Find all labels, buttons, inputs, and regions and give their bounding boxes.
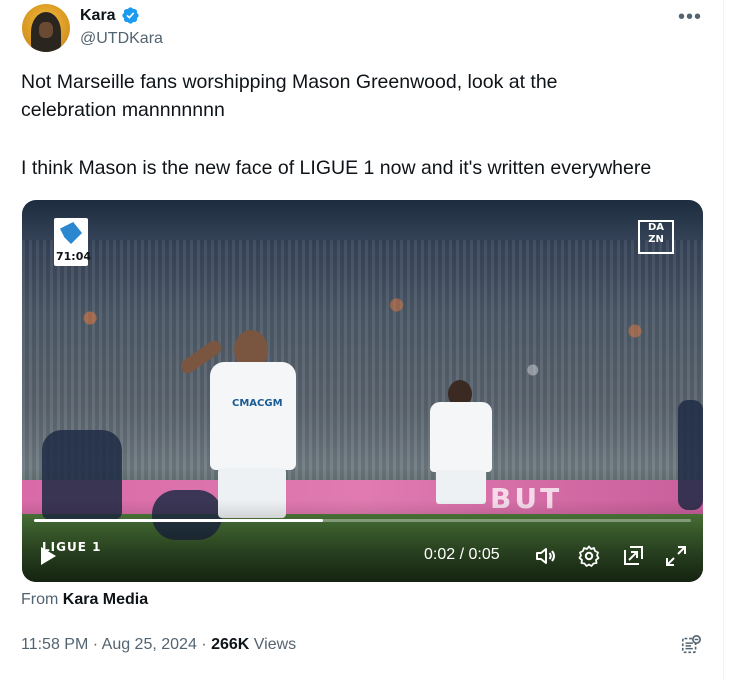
volume-icon[interactable] (534, 544, 558, 568)
analytics-icon[interactable] (680, 634, 702, 656)
column-border (723, 0, 724, 680)
tweet-date[interactable]: Aug 25, 2024 (102, 636, 197, 653)
video-progress-fill (34, 519, 324, 522)
tweet-line-2: celebration mannnnnnn (21, 99, 225, 121)
author-name-row[interactable]: Kara (80, 6, 140, 25)
tweet-line-1: Not Marseille fans worshipping Mason Gre… (21, 71, 558, 93)
club-crest-icon (60, 222, 82, 244)
picture-in-picture-icon[interactable] (621, 544, 645, 568)
tweet-metadata: 11:58 PM · Aug 25, 2024 · 266K Views (21, 636, 296, 654)
tweet-time[interactable]: 11:58 PM (21, 636, 88, 653)
opponent-player-edge (678, 400, 703, 510)
teammate-shorts (436, 470, 486, 504)
club-badge-scoreboard: 71:04 (54, 218, 92, 266)
player-shirt (210, 362, 296, 470)
broadcaster-logo-line1: DA (647, 222, 665, 233)
views-count: 266K (211, 636, 250, 653)
media-source: From Kara Media (21, 591, 148, 609)
match-clock: 71:04 (56, 250, 92, 263)
media-source-prefix: From (21, 591, 59, 608)
meta-separator: · (201, 636, 207, 653)
more-horizontal-icon: ••• (678, 6, 703, 28)
teammate-shirt (430, 402, 492, 472)
broadcaster-logo-line2: ZN (648, 234, 664, 245)
video-time: 0:02 / 0:05 (424, 546, 500, 563)
shirt-sponsor: CMACGM (232, 398, 283, 409)
video-progress-bar[interactable] (34, 519, 691, 522)
avatar-face (39, 22, 53, 38)
avatar[interactable] (22, 4, 70, 52)
gear-icon[interactable] (577, 544, 601, 568)
tweet-text: Not Marseille fans worshipping Mason Gre… (21, 68, 711, 182)
author-handle[interactable]: @UTDKara (80, 30, 163, 48)
tweet-line-3: I think Mason is the new face of LIGUE 1… (21, 157, 652, 179)
stadium-crowd (22, 240, 703, 500)
broadcaster-logo: DA ZN (638, 220, 674, 254)
meta-separator: · (92, 636, 99, 653)
controls-gradient (22, 500, 703, 582)
views-label: Views (253, 636, 297, 653)
play-icon[interactable] (38, 546, 58, 566)
fullscreen-icon[interactable] (664, 544, 688, 568)
verified-badge-icon (121, 7, 139, 24)
more-options-button[interactable]: ••• (678, 6, 702, 29)
media-source-link[interactable]: Kara Media (63, 591, 148, 608)
author-name[interactable]: Kara (80, 7, 116, 25)
video-player[interactable]: BUT CMACGM 71:04 DA ZN LIGUE 1 0:02 / 0:… (22, 200, 703, 582)
